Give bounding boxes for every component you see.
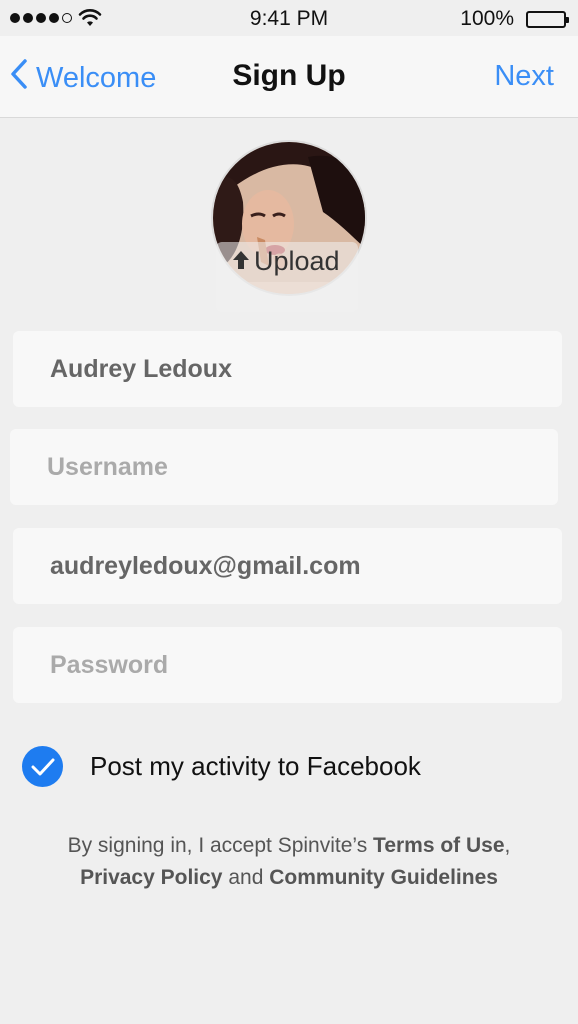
legal-prefix: By signing in, I accept Spinvite’s	[67, 834, 368, 857]
next-button[interactable]: Next	[494, 60, 554, 93]
legal-and: and	[228, 866, 264, 889]
legal-comma: ,	[504, 834, 511, 857]
full-name-value: Audrey Ledoux	[50, 354, 232, 383]
username-placeholder: Username	[47, 452, 168, 481]
checkmark-icon	[31, 758, 55, 776]
arrow-up-icon	[232, 246, 250, 277]
signup-screen: 9:41 PM 100% Welcome Sign Up Next Upload…	[0, 0, 578, 1024]
email-value: audreyledoux@gmail.com	[50, 551, 361, 580]
battery-icon	[526, 11, 569, 28]
battery-percentage: 100%	[460, 7, 514, 30]
facebook-checkbox[interactable]	[22, 746, 63, 787]
terms-of-use-link[interactable]: Terms of Use	[373, 834, 505, 857]
legal-notice: By signing in, I accept Spinvite’s Terms…	[0, 830, 578, 894]
facebook-checkbox-label[interactable]: Post my activity to Facebook	[90, 751, 421, 782]
navigation-bar: Welcome Sign Up Next	[0, 36, 578, 118]
page-title: Sign Up	[232, 59, 346, 92]
email-field[interactable]: audreyledoux@gmail.com	[13, 528, 562, 604]
full-name-field[interactable]: Audrey Ledoux	[13, 331, 562, 407]
password-field[interactable]: Password	[13, 627, 562, 703]
upload-photo-label[interactable]: Upload	[232, 246, 340, 277]
privacy-policy-link[interactable]: Privacy Policy	[80, 866, 222, 889]
status-bar: 9:41 PM 100%	[0, 0, 578, 36]
community-guidelines-link[interactable]: Community Guidelines	[269, 866, 498, 889]
upload-text: Upload	[254, 246, 340, 276]
password-placeholder: Password	[50, 650, 169, 679]
username-field[interactable]: Username	[10, 429, 558, 505]
